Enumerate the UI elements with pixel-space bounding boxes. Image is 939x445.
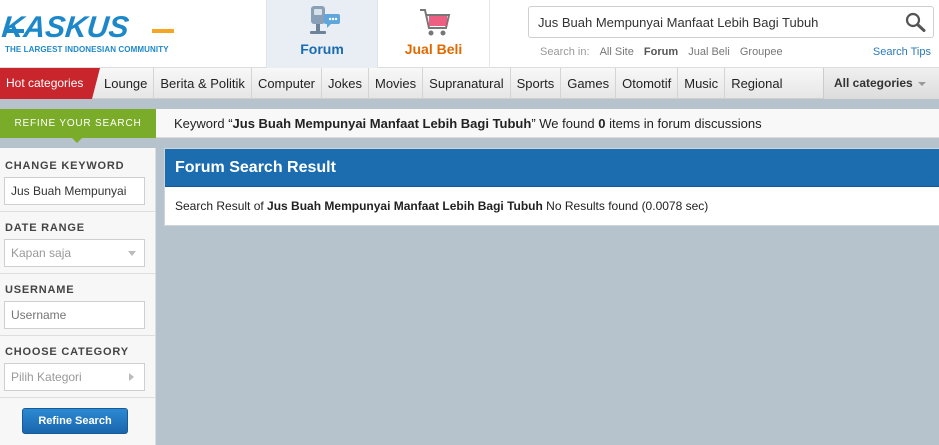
choose-category-label: CHOOSE CATEGORY	[5, 346, 129, 358]
keyword-field[interactable]	[4, 177, 145, 205]
username-label: USERNAME	[5, 284, 75, 296]
category-item-lounge[interactable]: Lounge	[98, 68, 153, 99]
forum-search-result: Forum Search Result Search Result of Jus…	[164, 148, 939, 226]
logo-wordmark: KASKUS	[0, 11, 131, 44]
site-header: KASKUS THE LARGEST INDONESIAN COMMUNITY …	[0, 0, 939, 68]
search-in-label: Search in:	[540, 46, 590, 58]
section-change-keyword: CHANGE KEYWORD	[0, 148, 156, 212]
refine-sidebar: CHANGE KEYWORD DATE RANGE Kapan saja USE…	[0, 148, 156, 445]
keyword-summary: Keyword “Jus Buah Mempunyai Manfaat Lebi…	[156, 109, 939, 138]
date-range-label: DATE RANGE	[5, 222, 85, 234]
result-title: Forum Search Result	[165, 149, 939, 187]
result-suffix: No Results found (0.0078 sec)	[542, 199, 709, 213]
chevron-down-icon	[128, 251, 136, 256]
change-keyword-label: CHANGE KEYWORD	[5, 160, 125, 172]
keyword-mid: ” We found	[531, 116, 599, 131]
tab-forum[interactable]: Forum	[266, 0, 378, 68]
category-item-otomotif[interactable]: Otomotif	[615, 68, 677, 99]
category-item-jokes[interactable]: Jokes	[321, 68, 368, 99]
category-value: Pilih Kategori	[11, 370, 82, 384]
chevron-down-icon	[917, 81, 926, 86]
keyword-text: Jus Buah Mempunyai Manfaat Lebih Bagi Tu…	[232, 116, 532, 131]
section-choose-category: CHOOSE CATEGORY Pilih Kategori	[0, 336, 156, 398]
search-scope-bar: Search in: All Site Forum Jual Beli Grou…	[540, 46, 783, 58]
scope-forum[interactable]: Forum	[644, 46, 678, 58]
date-range-value: Kapan saja	[11, 246, 72, 260]
search-icon[interactable]	[905, 12, 927, 32]
scope-jual-beli[interactable]: Jual Beli	[688, 46, 730, 58]
search-box	[528, 6, 934, 38]
category-item-regional[interactable]: Regional	[724, 68, 788, 99]
chevron-right-icon	[129, 373, 134, 381]
username-field[interactable]	[4, 301, 145, 329]
shopping-cart-icon	[419, 9, 450, 36]
scope-groupee[interactable]: Groupee	[740, 46, 783, 58]
hot-categories-label[interactable]: Hot categories	[0, 68, 100, 99]
result-message: Search Result of Jus Buah Mempunyai Manf…	[175, 199, 708, 213]
section-username: USERNAME	[0, 274, 156, 336]
tab-forum-label: Forum	[300, 41, 344, 57]
category-list: Lounge Berita & Politik Computer Jokes M…	[98, 68, 789, 99]
category-item-supranatural[interactable]: Supranatural	[422, 68, 509, 99]
scope-all-site[interactable]: All Site	[600, 46, 634, 58]
logo-dash-right	[152, 29, 174, 33]
category-item-computer[interactable]: Computer	[250, 68, 321, 99]
search-input[interactable]	[529, 7, 899, 37]
date-range-select[interactable]: Kapan saja	[4, 239, 145, 267]
logo-tagline: THE LARGEST INDONESIAN COMMUNITY	[5, 45, 169, 54]
section-date-range: DATE RANGE Kapan saja	[0, 212, 156, 274]
category-item-movies[interactable]: Movies	[367, 68, 422, 99]
kaskus-logo[interactable]: KASKUS THE LARGEST INDONESIAN COMMUNITY	[0, 11, 177, 58]
result-count: 0	[598, 116, 606, 131]
category-bar: Hot categories Lounge Berita & Politik C…	[0, 68, 939, 99]
refine-your-search-tag: REFINE YOUR SEARCH	[0, 109, 156, 143]
forum-icon	[310, 6, 340, 34]
category-item-sports[interactable]: Sports	[509, 68, 561, 99]
category-item-music[interactable]: Music	[677, 68, 724, 99]
keyword-suffix: items in forum discussions	[605, 116, 762, 131]
result-prefix: Search Result of	[175, 199, 268, 213]
category-item-berita-politik[interactable]: Berita & Politik	[153, 68, 251, 99]
tab-jual-beli-label: Jual Beli	[404, 41, 463, 57]
all-categories-label: All categories	[834, 76, 913, 90]
all-categories-dropdown[interactable]: All categories	[823, 68, 939, 99]
tab-jual-beli[interactable]: Jual Beli	[378, 0, 490, 68]
refine-search-button[interactable]: Refine Search	[22, 408, 128, 434]
search-tips-link[interactable]: Search Tips	[873, 46, 931, 58]
category-item-games[interactable]: Games	[560, 68, 615, 99]
keyword-prefix: Keyword “	[174, 116, 233, 131]
result-keyword: Jus Buah Mempunyai Manfaat Lebih Bagi Tu…	[267, 199, 543, 213]
category-select[interactable]: Pilih Kategori	[4, 363, 145, 391]
